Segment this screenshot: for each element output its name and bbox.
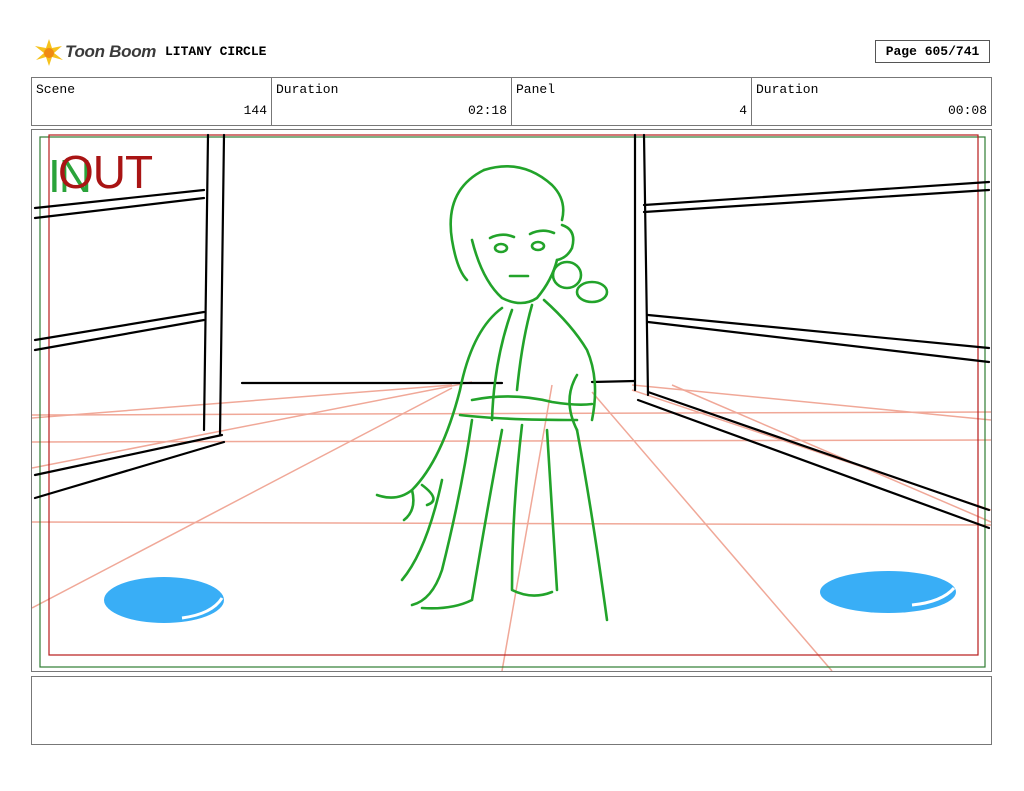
panel-value: 4: [739, 103, 747, 118]
scene-cell: Scene 144: [32, 78, 272, 125]
panel-cell: Panel 4: [512, 78, 752, 125]
out-label: OUT: [58, 146, 153, 198]
scene-duration-cell: Duration 02:18: [272, 78, 512, 125]
panel-sketch: [32, 133, 991, 671]
project-title: LITANY CIRCLE: [165, 44, 267, 59]
page-indicator: Page 605/741: [875, 40, 990, 63]
panel-duration-value: 00:08: [947, 103, 987, 118]
scene-value: 144: [243, 103, 267, 118]
perspective-guides: [32, 381, 991, 671]
panel-duration-cell: Duration 00:08: [752, 78, 991, 125]
out-frame-guide: [48, 134, 979, 656]
panel-duration-label: Duration: [756, 82, 819, 97]
storyboard-panel: IN OUT: [31, 129, 992, 672]
panel-label: Panel: [516, 82, 556, 97]
room-lines: [33, 133, 991, 530]
scene-label: Scene: [36, 82, 76, 97]
panel-notes[interactable]: [31, 676, 992, 745]
scene-info-row: Scene 144 Duration 02:18 Panel 4 Duratio…: [31, 77, 992, 126]
scene-duration-value: 02:18: [467, 103, 507, 118]
logo-burst-icon: [35, 39, 63, 66]
floor-puddles: [104, 571, 956, 623]
scene-duration-label: Duration: [276, 82, 339, 97]
toon-boom-logo: Toon Boom: [33, 37, 158, 67]
logo-text: Toon Boom: [65, 42, 157, 61]
